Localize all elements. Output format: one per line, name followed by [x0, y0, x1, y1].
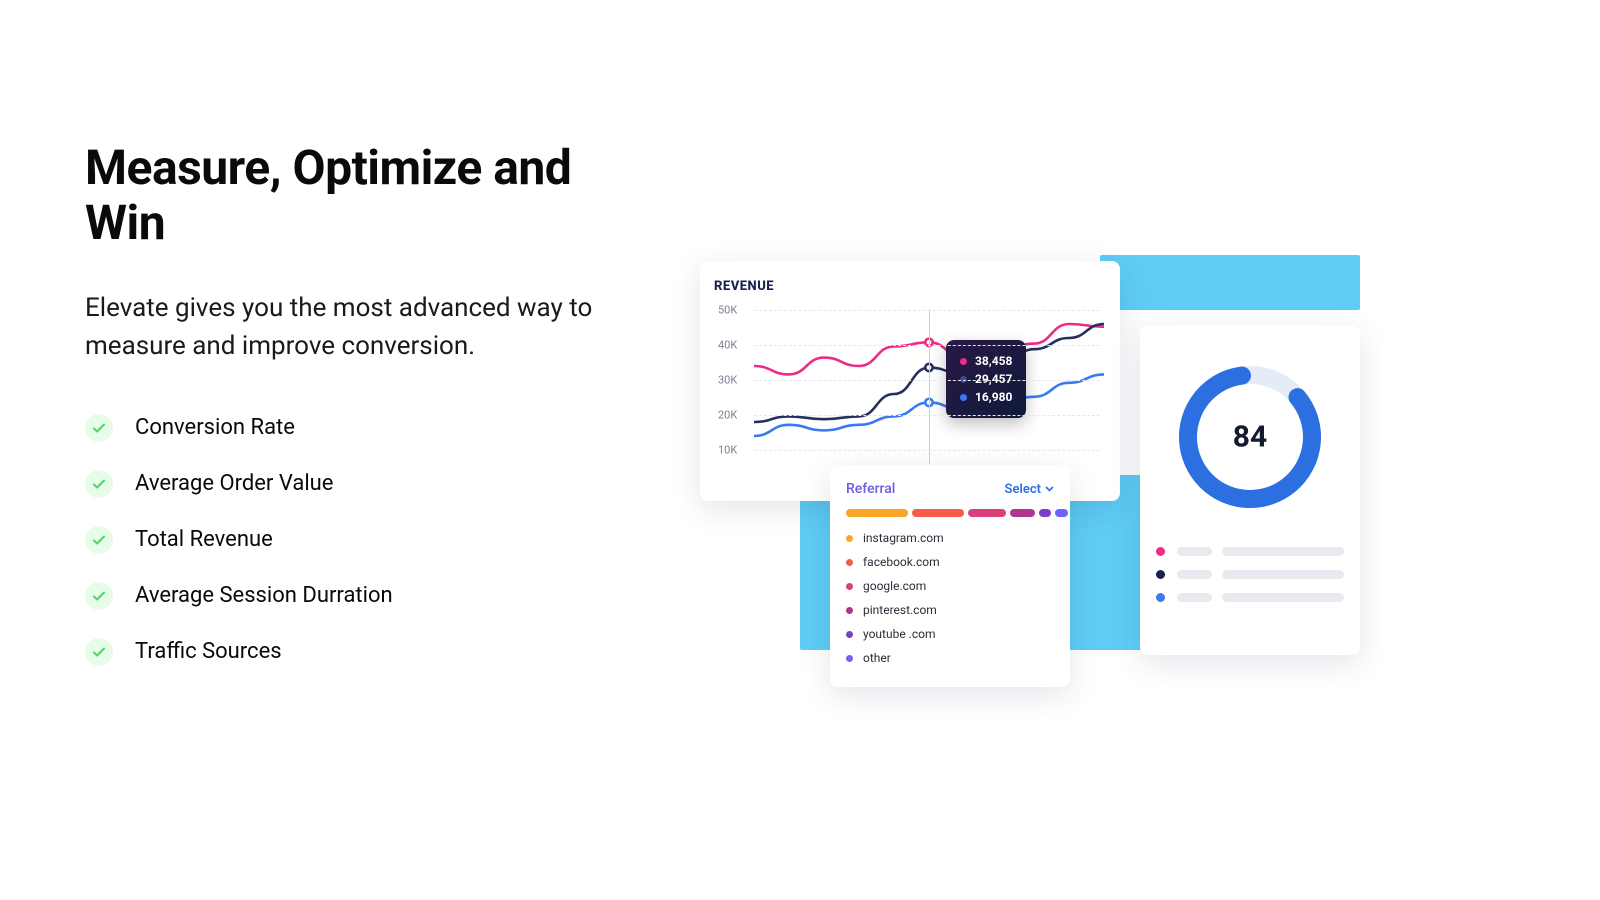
- feature-item: Average Order Value: [85, 470, 625, 498]
- legend-bar: [1222, 593, 1344, 602]
- chart-tooltip: 38,458 29,457 16,980: [946, 340, 1026, 418]
- decorative-block: [1100, 255, 1360, 310]
- referral-select-dropdown[interactable]: Select: [1005, 482, 1054, 497]
- y-axis-tick: 10K: [718, 444, 737, 457]
- referral-item: google.com: [846, 579, 1054, 593]
- feature-label: Conversion Rate: [135, 415, 295, 440]
- tooltip-row: 38,458: [960, 354, 1012, 368]
- referral-segment: [1010, 509, 1035, 517]
- referral-card: Referral Select instagram.com facebook.co…: [830, 465, 1070, 687]
- referral-label: instagram.com: [863, 531, 944, 545]
- referral-dot-icon: [846, 559, 853, 566]
- legend-bar: [1177, 593, 1212, 602]
- y-axis-tick: 20K: [718, 409, 737, 422]
- referral-label: google.com: [863, 579, 926, 593]
- grid-line: [754, 450, 1100, 451]
- check-icon: [85, 582, 113, 610]
- referral-segment: [846, 509, 908, 517]
- referral-segment: [968, 509, 1005, 517]
- tooltip-value: 38,458: [975, 354, 1012, 368]
- revenue-title: REVENUE: [714, 279, 1108, 294]
- chart-highlight-marker: [929, 309, 930, 464]
- feature-item: Total Revenue: [85, 526, 625, 554]
- legend-dot-icon: [1156, 593, 1165, 602]
- referral-title: Referral: [846, 481, 895, 497]
- dashboard-illustration: REVENUE 38,458 29,457 16,980 50K 40K 30K 20K 1…: [700, 255, 1480, 735]
- gauge-value: 84: [1233, 420, 1267, 455]
- referral-dot-icon: [846, 655, 853, 662]
- legend-bar: [1222, 570, 1344, 579]
- legend-bar: [1177, 547, 1212, 556]
- referral-segment: [912, 509, 964, 517]
- gauge-legend: [1156, 547, 1344, 616]
- legend-row: [1156, 570, 1344, 579]
- series-dot-icon: [960, 376, 967, 383]
- series-dot-icon: [960, 394, 967, 401]
- referral-item: youtube .com: [846, 627, 1054, 641]
- check-icon: [85, 470, 113, 498]
- series-dot-icon: [960, 358, 967, 365]
- referral-item: other: [846, 651, 1054, 665]
- y-axis-tick: 40K: [718, 339, 737, 352]
- legend-dot-icon: [1156, 547, 1165, 556]
- feature-label: Average Session Durration: [135, 583, 393, 608]
- grid-line: [754, 415, 1100, 416]
- tooltip-value: 29,457: [975, 372, 1012, 386]
- feature-item: Average Session Durration: [85, 582, 625, 610]
- referral-dot-icon: [846, 535, 853, 542]
- referral-dot-icon: [846, 631, 853, 638]
- check-icon: [85, 638, 113, 666]
- feature-label: Total Revenue: [135, 527, 273, 552]
- referral-segment-bar: [846, 509, 1054, 517]
- legend-row: [1156, 593, 1344, 602]
- referral-dot-icon: [846, 583, 853, 590]
- feature-label: Average Order Value: [135, 471, 333, 496]
- referral-item: instagram.com: [846, 531, 1054, 545]
- referral-list: instagram.com facebook.com google.com pinte…: [846, 531, 1054, 665]
- chevron-down-icon: [1045, 486, 1054, 492]
- referral-label: youtube .com: [863, 627, 935, 641]
- referral-label: pinterest.com: [863, 603, 937, 617]
- tooltip-value: 16,980: [975, 390, 1012, 404]
- grid-line: [754, 310, 1100, 311]
- page-subheading: Elevate gives you the most advanced way …: [85, 290, 625, 365]
- referral-select-label: Select: [1005, 482, 1041, 497]
- grid-line: [754, 380, 1100, 381]
- check-icon: [85, 414, 113, 442]
- legend-bar: [1222, 547, 1344, 556]
- legend-dot-icon: [1156, 570, 1165, 579]
- feature-item: Conversion Rate: [85, 414, 625, 442]
- feature-label: Traffic Sources: [135, 639, 282, 664]
- referral-segment: [1055, 509, 1067, 517]
- grid-line: [754, 345, 1100, 346]
- tooltip-row: 16,980: [960, 390, 1012, 404]
- referral-segment: [1039, 509, 1051, 517]
- legend-row: [1156, 547, 1344, 556]
- referral-label: facebook.com: [863, 555, 940, 569]
- legend-bar: [1177, 570, 1212, 579]
- page-heading: Measure, Optimize and Win: [85, 140, 625, 250]
- referral-item: pinterest.com: [846, 603, 1054, 617]
- tooltip-row: 29,457: [960, 372, 1012, 386]
- check-icon: [85, 526, 113, 554]
- y-axis-tick: 30K: [718, 374, 737, 387]
- referral-item: facebook.com: [846, 555, 1054, 569]
- feature-item: Traffic Sources: [85, 638, 625, 666]
- gauge-ring: 84: [1170, 357, 1330, 517]
- referral-label: other: [863, 651, 891, 665]
- gauge-card: 84: [1140, 325, 1360, 655]
- y-axis-tick: 50K: [718, 304, 737, 317]
- feature-list: Conversion Rate Average Order Value Total …: [85, 414, 625, 666]
- referral-dot-icon: [846, 607, 853, 614]
